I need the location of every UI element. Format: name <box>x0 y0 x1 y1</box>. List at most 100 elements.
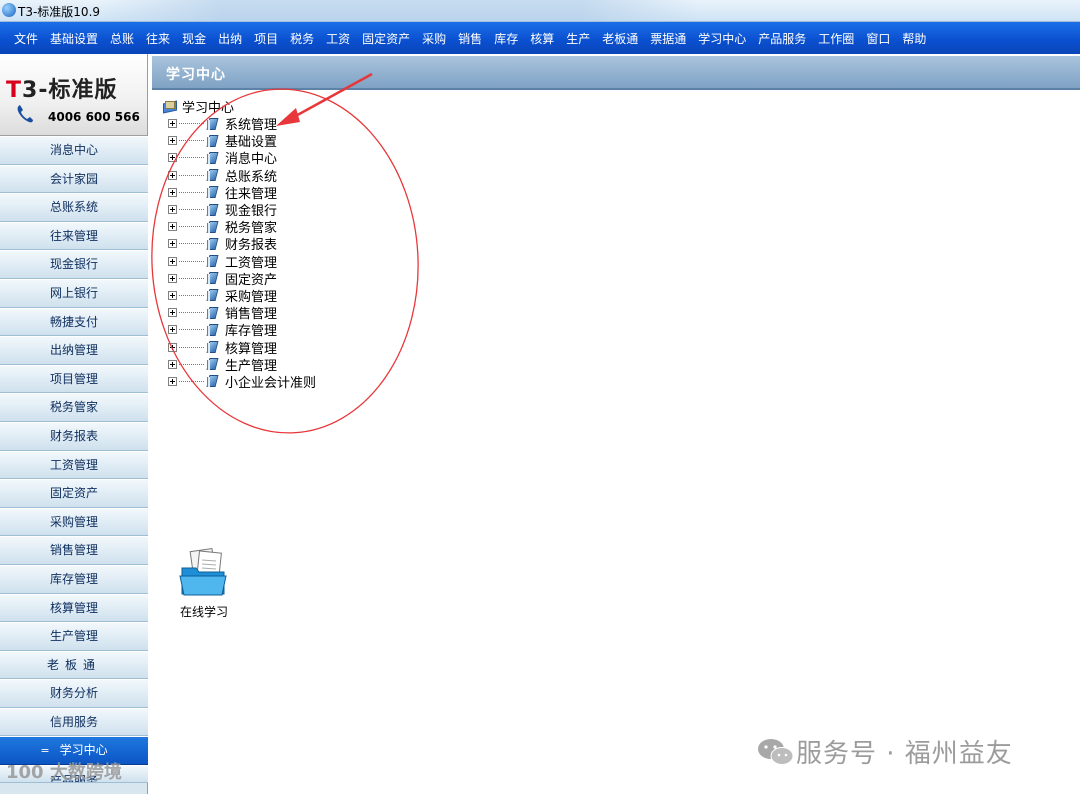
tree-node[interactable]: 税务管家 <box>162 218 316 236</box>
menu-item[interactable]: 学习中心 <box>692 30 752 47</box>
menu-item[interactable]: 票据通 <box>644 30 692 47</box>
tree-node[interactable]: 销售管理 <box>162 304 316 322</box>
tree-connector <box>179 209 204 211</box>
menu-bar: 文件 基础设置 总账 往来 现金 出纳 项目 税务 工资 固定资产 采购 销售 库存 核算 生产 老板通 票据通… <box>0 22 1080 54</box>
logo-brand: T3-标准版 <box>6 78 118 103</box>
page-title: 学习中心 <box>166 67 226 83</box>
menu-item[interactable]: 项目 <box>248 30 284 47</box>
sidebar-item[interactable]: 工资管理 <box>0 450 148 480</box>
sidebar-item[interactable]: 销售管理 <box>0 536 148 565</box>
menu-item[interactable]: 固定资产 <box>356 30 416 47</box>
expand-plus-icon[interactable] <box>168 136 177 146</box>
expand-plus-icon[interactable] <box>168 239 177 249</box>
expand-plus-icon[interactable] <box>168 222 177 232</box>
book-icon <box>206 374 219 388</box>
expand-plus-icon[interactable] <box>168 273 177 283</box>
sidebar-item[interactable]: 现金银行 <box>0 250 148 279</box>
book-icon <box>206 220 219 234</box>
sidebar-item[interactable]: 网上银行 <box>0 278 148 308</box>
sidebar-item[interactable]: 总账系统 <box>0 193 148 222</box>
tree-node[interactable]: 财务报表 <box>162 235 316 254</box>
expand-plus-icon[interactable] <box>168 308 177 318</box>
tree-connector <box>179 346 204 348</box>
book-icon <box>206 340 219 354</box>
sidebar-item[interactable]: 项目管理 <box>0 364 148 394</box>
tree-node[interactable]: 小企业会计准则 <box>162 373 317 391</box>
watermark-right-text: 服务号 · 福州益友 <box>796 739 1013 769</box>
menu-item[interactable]: 文件 <box>8 30 44 47</box>
tree-node-label: 小企业会计准则 <box>225 375 317 391</box>
tree-connector <box>179 260 204 262</box>
tree-connector <box>179 191 204 193</box>
menu-item[interactable]: 老板通 <box>596 30 644 47</box>
sidebar-item[interactable]: 财务分析 <box>0 679 148 708</box>
sidebar-item[interactable]: 财务报表 <box>0 421 148 451</box>
menu-item[interactable]: 采购 <box>416 30 452 47</box>
sidebar-item[interactable]: 库存管理 <box>0 564 148 594</box>
menu-item[interactable]: 出纳 <box>212 30 248 47</box>
tree-node[interactable]: 消息中心 <box>162 149 316 167</box>
window-title: T3-标准版10.9 <box>18 5 101 19</box>
expand-plus-icon[interactable] <box>168 325 177 335</box>
menu-item[interactable]: 销售 <box>452 30 488 47</box>
menu-item[interactable]: 工作圈 <box>812 30 860 47</box>
phone-icon <box>17 105 33 123</box>
tree-node[interactable]: 核算管理 <box>162 338 316 357</box>
expand-plus-icon[interactable] <box>168 342 177 352</box>
tree-connector <box>179 174 204 176</box>
tree-node[interactable]: 生产管理 <box>162 356 316 374</box>
sidebar-item[interactable]: 采购管理 <box>0 507 148 537</box>
expand-plus-icon[interactable] <box>168 376 177 386</box>
tree-node[interactable]: 基础设置 <box>162 132 316 150</box>
online-study-shortcut[interactable]: 在线学习 <box>173 548 235 620</box>
tree-node[interactable]: 库存管理 <box>162 321 316 339</box>
expand-plus-icon[interactable] <box>168 170 177 180</box>
book-icon <box>206 254 219 268</box>
menu-item[interactable]: 总账 <box>104 30 140 47</box>
menu-item[interactable]: 产品服务 <box>752 30 812 47</box>
sidebar-item[interactable]: 生产管理 <box>0 622 148 651</box>
tree-node[interactable]: 工资管理 <box>162 253 316 271</box>
menu-item[interactable]: 往来 <box>140 30 176 47</box>
expand-plus-icon[interactable] <box>168 290 177 300</box>
sidebar-item[interactable]: 往来管理 <box>0 221 148 251</box>
menu-item[interactable]: 工资 <box>320 30 356 47</box>
expand-plus-icon[interactable] <box>168 359 177 369</box>
tree-root[interactable]: 学习中心 <box>162 98 316 116</box>
sidebar-item[interactable]: 固定资产 <box>0 479 148 508</box>
tree-node[interactable]: 采购管理 <box>162 287 316 305</box>
menu-item[interactable]: 库存 <box>488 30 524 47</box>
sidebar-item[interactable]: 消息中心 <box>0 136 148 165</box>
sidebar-item[interactable]: 畅捷支付 <box>0 307 148 337</box>
tree-node[interactable]: 固定资产 <box>162 270 316 288</box>
expand-plus-icon[interactable] <box>168 119 177 129</box>
sidebar-item[interactable]: 出纳管理 <box>0 336 148 365</box>
book-icon <box>206 168 219 182</box>
menu-item[interactable]: 现金 <box>176 30 212 47</box>
menu-item[interactable]: 核算 <box>524 30 560 47</box>
sidebar-item[interactable]: 信用服务 <box>0 707 148 737</box>
tree-node[interactable]: 往来管理 <box>162 184 316 202</box>
online-study-label: 在线学习 <box>179 605 228 619</box>
sidebar-item[interactable]: 会计家园 <box>0 164 148 194</box>
watermark-left: 100 大数跨境 <box>6 762 122 783</box>
menu-item[interactable]: 窗口 <box>860 30 896 47</box>
tree-node-label: 财务报表 <box>225 238 278 254</box>
tree-connector <box>179 363 204 365</box>
tree-connector <box>179 380 204 382</box>
menu-item[interactable]: 生产 <box>560 30 596 47</box>
expand-plus-icon[interactable] <box>168 187 177 197</box>
expand-plus-icon[interactable] <box>168 153 177 163</box>
menu-item[interactable]: 帮助 <box>896 30 932 47</box>
menu-item[interactable]: 基础设置 <box>44 30 104 47</box>
tree-node[interactable]: 总账系统 <box>162 167 316 185</box>
expand-plus-icon[interactable] <box>168 256 177 266</box>
tree-node[interactable]: 现金银行 <box>162 201 316 219</box>
sidebar-item[interactable]: 老板通 <box>0 650 148 680</box>
menu-item[interactable]: 税务 <box>284 30 320 47</box>
tree-node[interactable]: 系统管理 <box>162 115 316 133</box>
sidebar-item[interactable]: 核算管理 <box>0 593 148 623</box>
expand-plus-icon[interactable] <box>168 205 177 215</box>
sidebar-item[interactable]: 税务管家 <box>0 393 148 422</box>
book-icon <box>206 203 219 217</box>
